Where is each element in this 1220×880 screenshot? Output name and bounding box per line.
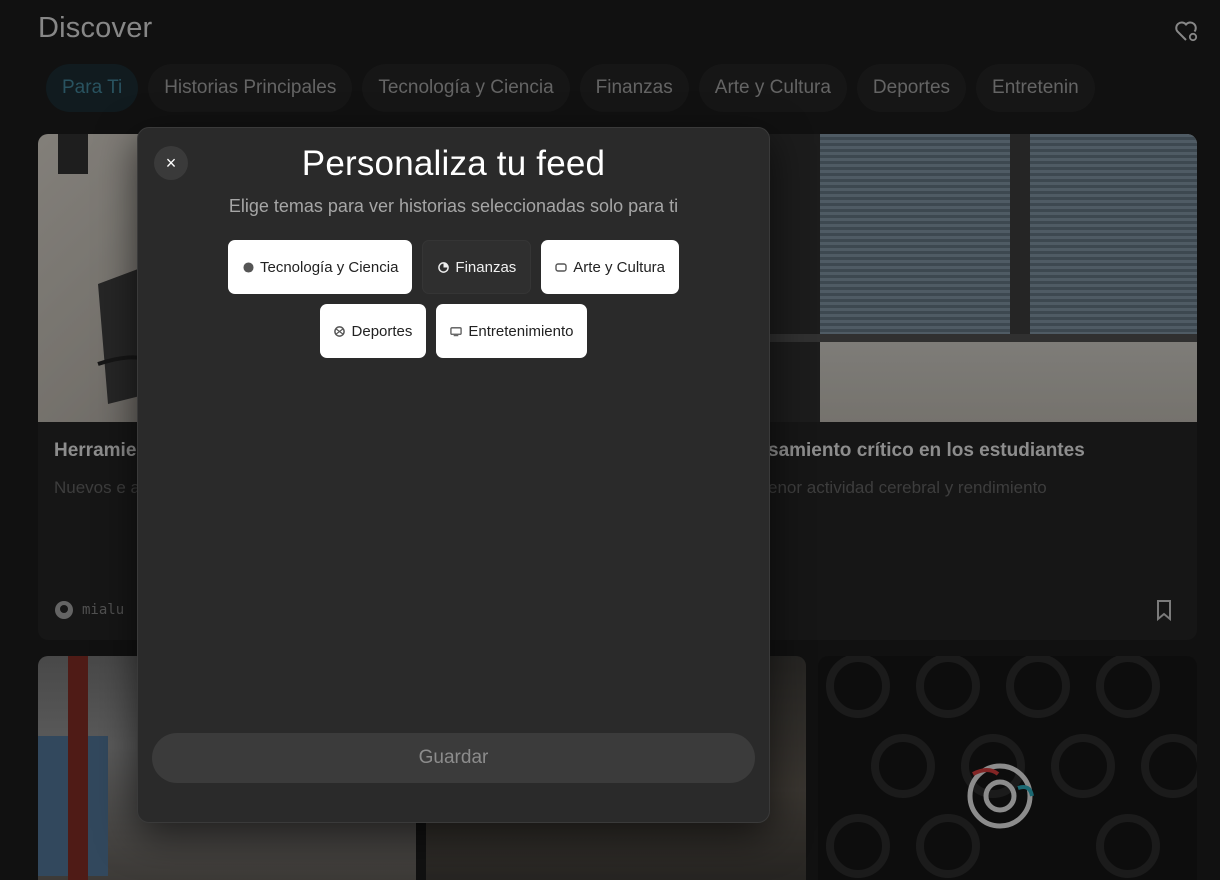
topic-label: Entretenimiento <box>468 322 574 340</box>
pie-chart-icon <box>437 261 449 273</box>
ball-icon <box>334 325 346 337</box>
topic-chip-tecnologia-ciencia[interactable]: Tecnología y Ciencia <box>228 240 413 294</box>
palette-icon <box>555 261 567 273</box>
topic-chip-deportes[interactable]: Deportes <box>319 304 427 358</box>
topic-chip-entretenimiento[interactable]: Entretenimiento <box>436 304 588 358</box>
dialog-title: Personaliza tu feed <box>301 144 606 183</box>
topic-label: Finanzas <box>455 258 517 276</box>
globe-icon <box>242 261 254 273</box>
topic-label: Arte y Cultura <box>573 258 665 276</box>
topic-label: Deportes <box>351 322 413 340</box>
topic-chip-arte-cultura[interactable]: Arte y Cultura <box>541 240 679 294</box>
topic-chips: Tecnología y Ciencia Finanzas Arte y Cul… <box>198 240 709 358</box>
dialog-subtitle: Elige temas para ver historias seleccion… <box>228 196 679 216</box>
topic-label: Tecnología y Ciencia <box>260 258 399 276</box>
personalize-feed-dialog: × Personaliza tu feed Elige temas para v… <box>137 127 770 823</box>
save-button[interactable]: Guardar <box>152 733 755 783</box>
topic-chip-finanzas[interactable]: Finanzas <box>422 240 532 294</box>
tv-icon <box>450 325 463 337</box>
